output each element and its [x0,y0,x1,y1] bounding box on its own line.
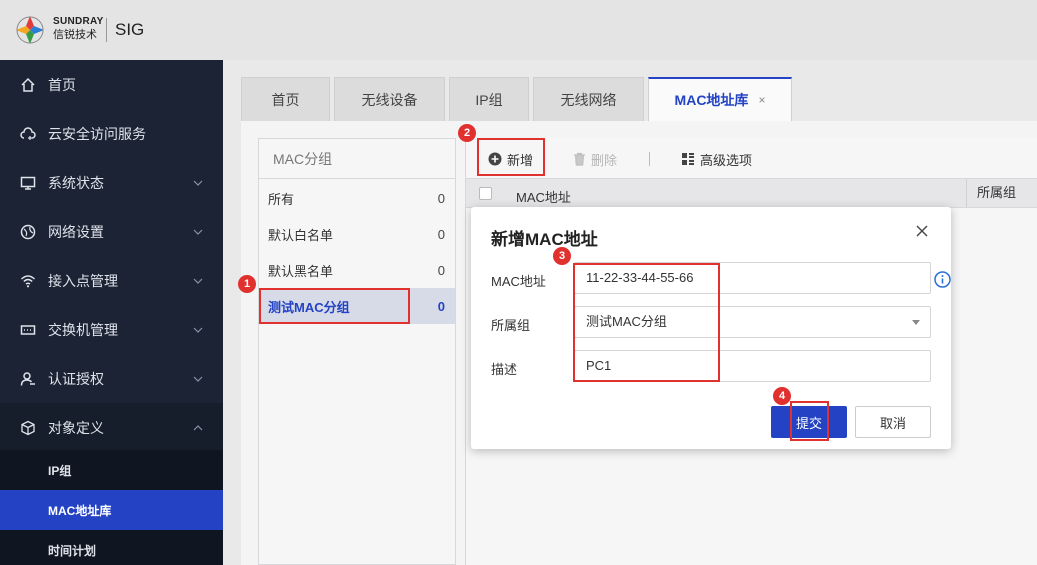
grid-icon [682,153,694,165]
home-icon [21,77,35,92]
sidebar-item-home[interactable]: 首页 [0,60,223,109]
sidebar-item-label: 网络设置 [48,223,104,240]
sidebar-subitem-ip-group[interactable]: IP组 [0,450,223,490]
tab-wireless-devices[interactable]: 无线设备 [334,77,445,121]
chevron-up-icon [193,424,203,430]
brand-cn: 信锐技术 [53,29,97,41]
step-badge-1: 1 [238,275,256,293]
user-icon [20,371,35,386]
tab-label: 无线设备 [361,91,418,108]
group-row-default-blacklist[interactable]: 默认黑名单 0 [259,252,455,288]
sidebar-item-label: 认证授权 [48,370,104,387]
tab-label: 无线网络 [560,91,617,108]
chevron-down-icon [193,180,203,186]
group-count: 0 [437,262,445,278]
group-row-default-whitelist[interactable]: 默认白名单 0 [259,216,455,252]
sidebar: 首页 云安全访问服务 系统状态 网络设置 接入点管理 交换机管理 认证授权 对象… [0,60,223,565]
sidebar-item-label: 交换机管理 [48,321,118,338]
sidebar-item-switch-management[interactable]: 交换机管理 [0,305,223,354]
sidebar-subitem-time-schedule[interactable]: 时间计划 [0,530,223,565]
tab-ip-group[interactable]: IP组 [449,77,529,121]
sidebar-item-label: 云安全访问服务 [48,125,146,142]
sidebar-item-auth[interactable]: 认证授权 [0,354,223,403]
highlight-box-submit [790,401,829,441]
sidebar-subitem-label: MAC地址库 [48,503,112,518]
toolbar-divider [649,152,650,166]
chevron-down-icon [193,229,203,235]
tab-close-icon[interactable]: × [758,93,765,107]
col-header-group: 所属组 [966,179,1016,207]
group-name: 默认黑名单 [268,263,334,279]
highlight-box-group [259,288,410,324]
group-count: 0 [437,190,445,206]
cloud-shield-icon [20,126,36,140]
mac-group-panel: MAC分组 所有 0 默认白名单 0 默认黑名单 0 测试MAC分组 0 [258,138,456,565]
switch-icon [20,324,36,335]
sidebar-item-label: 系统状态 [48,174,104,191]
delete-button[interactable]: 删除 [573,148,617,170]
chevron-down-icon [193,376,203,382]
tab-label: 首页 [271,91,300,108]
toolbar: 新增 删除 高级选项 [466,138,1037,178]
sidebar-item-network-settings[interactable]: 网络设置 [0,207,223,256]
brand-logo-text: SUNDRAY 信锐技术 [53,17,104,41]
sidebar-item-cloud-access[interactable]: 云安全访问服务 [0,109,223,158]
group-count: 0 [437,226,445,242]
select-all-checkbox[interactable] [479,187,492,200]
dialog-title: 新增MAC地址 [491,230,598,249]
sidebar-subitem-label: IP组 [48,463,72,478]
sidebar-subitem-mac-library[interactable]: MAC地址库 [0,490,223,530]
caret-down-icon [912,320,920,325]
highlight-box-form [573,263,720,382]
mac-group-title: MAC分组 [259,139,455,179]
step-badge-4: 4 [773,387,791,405]
top-header: SUNDRAY 信锐技术 SIG [0,0,1037,60]
tab-home[interactable]: 首页 [241,77,330,121]
group-row-all[interactable]: 所有 0 [259,180,455,216]
group-name: 默认白名单 [268,227,334,243]
chevron-down-icon [193,278,203,284]
cancel-button[interactable]: 取消 [855,406,931,438]
sidebar-item-access-point[interactable]: 接入点管理 [0,256,223,305]
sidebar-item-label: 接入点管理 [48,272,118,289]
cube-icon [21,420,35,435]
logo-divider [106,18,107,42]
table-header: MAC地址 所属组 [466,178,1037,208]
description-field-label: 描述 [491,362,518,377]
globe-icon [20,224,36,239]
close-icon[interactable] [915,224,929,238]
tab-wireless-network[interactable]: 无线网络 [533,77,644,121]
col-header-mac: MAC地址 [516,190,571,205]
sidebar-subitem-label: 时间计划 [48,543,97,558]
advanced-options-label: 高级选项 [700,152,753,168]
sidebar-item-object-definition[interactable]: 对象定义 [0,403,223,452]
tab-mac-library[interactable]: MAC地址库 × [648,77,792,121]
sidebar-item-label: 对象定义 [48,419,104,436]
monitor-icon [20,176,36,190]
sidebar-item-system-status[interactable]: 系统状态 [0,158,223,207]
group-count: 0 [437,298,445,314]
group-field-label: 所属组 [491,318,531,333]
brand-en: SUNDRAY [53,16,104,27]
step-badge-2: 2 [458,124,476,142]
info-icon[interactable] [934,271,951,288]
wifi-icon [20,274,36,287]
group-name: 所有 [268,191,295,207]
product-name: SIG [115,20,145,39]
chevron-down-icon [193,327,203,333]
mac-field-label: MAC地址 [491,274,546,289]
trash-icon [574,152,585,166]
sidebar-item-label: 首页 [48,76,76,93]
sundray-logo-icon [16,16,44,44]
tab-label: MAC地址库 [674,92,749,108]
step-badge-3: 3 [553,247,571,265]
delete-button-label: 删除 [591,152,618,168]
tab-label: IP组 [475,91,503,108]
advanced-options-button[interactable]: 高级选项 [681,148,752,170]
highlight-box-add [477,138,545,176]
